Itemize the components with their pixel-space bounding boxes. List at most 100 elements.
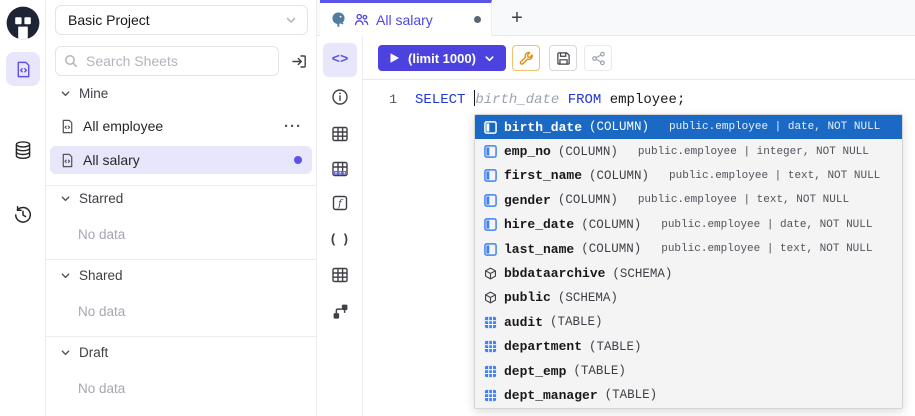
rail-external-tables-button[interactable] bbox=[323, 258, 357, 292]
completion-item[interactable]: birth_date(COLUMN)public.employee | date… bbox=[475, 115, 902, 139]
sheet-item-all-salary[interactable]: All salary bbox=[50, 146, 312, 174]
completion-detail: public.employee | date, NOT NULL bbox=[661, 219, 872, 231]
completion-detail: public.employee | text, NOT NULL bbox=[661, 243, 872, 255]
completion-kind: (COLUMN) bbox=[558, 193, 618, 207]
completion-item[interactable]: gender(COLUMN)public.employee | text, NO… bbox=[475, 188, 902, 212]
rail-databases-button[interactable] bbox=[6, 133, 40, 167]
column-icon bbox=[484, 145, 497, 158]
rail-schema-diagram-button[interactable] bbox=[323, 294, 357, 328]
app-logo[interactable] bbox=[5, 5, 41, 41]
chevron-down-icon bbox=[60, 88, 71, 99]
column-icon bbox=[484, 243, 497, 256]
completion-kind: (COLUMN) bbox=[558, 145, 618, 159]
completion-item[interactable]: last_name(COLUMN)public.employee | text,… bbox=[475, 237, 902, 261]
rail-history-button[interactable] bbox=[6, 198, 40, 232]
table-grid-icon bbox=[331, 266, 349, 284]
section-label: Draft bbox=[79, 345, 108, 360]
section-label: Mine bbox=[79, 86, 108, 101]
sql-keyword: SELECT bbox=[415, 92, 474, 108]
rail-sql-editor-button[interactable]: <> bbox=[323, 43, 357, 77]
section-draft[interactable]: Draft bbox=[60, 345, 108, 360]
editor-toolbar: (limit 1000) bbox=[363, 36, 915, 80]
completion-item[interactable]: dept_emp(TABLE) bbox=[475, 359, 902, 383]
database-icon bbox=[13, 140, 33, 160]
table-icon bbox=[484, 365, 497, 378]
completion-item[interactable]: dept_manager (TABLE) bbox=[475, 383, 902, 407]
section-label: Shared bbox=[79, 268, 123, 283]
tab-bar: All salary + bbox=[317, 0, 915, 36]
sheet-sidebar: Basic Project Mine bbox=[46, 0, 317, 416]
rail-sheets-button[interactable] bbox=[6, 52, 40, 86]
code-editor[interactable]: 1 SELECT birth_date FROM employee; birth… bbox=[363, 80, 915, 416]
import-sheet-button[interactable] bbox=[286, 49, 312, 73]
tab-all-salary[interactable]: All salary bbox=[320, 0, 492, 36]
completion-item[interactable]: emp_no(COLUMN)public.employee | integer,… bbox=[475, 139, 902, 163]
schema-icon bbox=[484, 291, 497, 304]
parentheses-icon: ( ) bbox=[329, 232, 350, 247]
completion-item[interactable]: audit (TABLE) bbox=[475, 310, 902, 334]
empty-state: No data bbox=[78, 381, 125, 396]
sheet-item-all-employee[interactable]: All employee ··· bbox=[50, 112, 312, 140]
completion-detail: public.employee | integer, NOT NULL bbox=[638, 146, 869, 158]
completion-label: hire_date bbox=[504, 217, 574, 232]
section-mine[interactable]: Mine bbox=[60, 86, 108, 101]
schema-icon bbox=[484, 267, 497, 280]
chevron-down-icon bbox=[484, 53, 495, 64]
line-number: 1 bbox=[363, 92, 397, 107]
completion-item[interactable]: public(SCHEMA) bbox=[475, 286, 902, 310]
completion-item[interactable]: hire_date (COLUMN) public.employee | date,… bbox=[475, 213, 902, 237]
section-starred[interactable]: Starred bbox=[60, 191, 123, 206]
postgres-icon bbox=[330, 11, 347, 28]
code-line-1[interactable]: 1 SELECT birth_date FROM employee; bbox=[363, 89, 915, 109]
column-icon bbox=[484, 194, 497, 207]
completion-label: dept_manager bbox=[504, 388, 598, 403]
completion-kind: (TABLE) bbox=[573, 364, 626, 378]
section-label: Starred bbox=[79, 191, 123, 206]
completion-kind: (COLUMN) bbox=[581, 218, 641, 232]
rail-info-button[interactable] bbox=[323, 80, 357, 114]
completion-kind: (COLUMN) bbox=[581, 242, 641, 256]
completion-label: audit bbox=[504, 315, 543, 330]
rail-procedures-button[interactable]: ( ) bbox=[323, 222, 357, 256]
sheet-item-label: All salary bbox=[83, 152, 286, 168]
completion-label: bbdataarchive bbox=[504, 266, 605, 281]
completion-kind: (TABLE) bbox=[550, 315, 603, 329]
project-selector[interactable]: Basic Project bbox=[55, 5, 308, 35]
autocomplete-dropdown: birth_date (COLUMN) public.employee | date… bbox=[474, 114, 903, 409]
chevron-down-icon bbox=[285, 14, 297, 26]
code-brackets-icon: <> bbox=[332, 52, 349, 68]
completion-kind: (TABLE) bbox=[589, 340, 642, 354]
table-icon bbox=[484, 340, 497, 353]
completion-label: public bbox=[504, 290, 551, 305]
sql-keyword: FROM bbox=[559, 92, 601, 108]
table-grid-icon bbox=[331, 125, 349, 143]
completion-kind: (TABLE) bbox=[605, 388, 658, 402]
share-button[interactable] bbox=[584, 45, 612, 71]
completion-label: first_name bbox=[504, 168, 582, 183]
bytebase-logo-icon bbox=[6, 6, 40, 40]
sheet-item-label: All employee bbox=[83, 118, 276, 134]
run-query-button[interactable]: (limit 1000) bbox=[378, 45, 506, 71]
left-rail bbox=[0, 0, 46, 416]
info-icon bbox=[331, 88, 349, 106]
save-button[interactable] bbox=[549, 45, 577, 71]
completion-item[interactable]: department(TABLE) bbox=[475, 335, 902, 359]
admin-mode-button[interactable] bbox=[512, 45, 540, 71]
rail-functions-button[interactable]: f bbox=[323, 186, 357, 220]
chevron-down-icon bbox=[60, 347, 71, 358]
section-shared[interactable]: Shared bbox=[60, 268, 123, 283]
rail-sample-data-button[interactable] bbox=[323, 152, 357, 186]
completion-item[interactable]: bbdataarchive(SCHEMA) bbox=[475, 261, 902, 285]
search-sheets-input[interactable] bbox=[55, 46, 279, 76]
run-button-label: (limit 1000) bbox=[408, 51, 476, 66]
column-icon bbox=[484, 169, 497, 182]
completion-kind: (COLUMN) bbox=[589, 120, 649, 134]
sheet-file-icon bbox=[60, 119, 75, 134]
sheet-more-button[interactable]: ··· bbox=[284, 118, 302, 135]
completion-item[interactable]: first_name(COLUMN)public.employee | text… bbox=[475, 164, 902, 188]
empty-state: No data bbox=[78, 227, 125, 242]
completion-label: birth_date bbox=[504, 120, 582, 135]
section-divider bbox=[46, 185, 316, 186]
rail-tables-button[interactable] bbox=[323, 117, 357, 151]
new-tab-button[interactable]: + bbox=[503, 4, 531, 32]
